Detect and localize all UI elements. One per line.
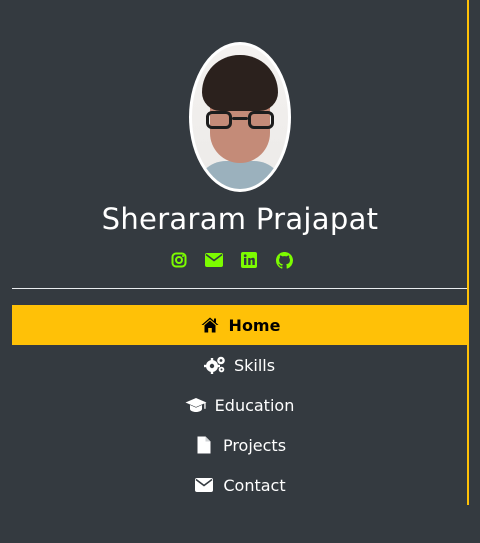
nav-item-label: Contact <box>223 475 286 495</box>
nav-item-label: Education <box>214 395 295 415</box>
sidebar: Sheraram Prajapat Home Skills Education … <box>0 0 469 505</box>
nav-item-label: Skills <box>233 355 276 375</box>
nav-item-education[interactable]: Education <box>12 385 467 425</box>
social-links <box>170 251 293 269</box>
nav-item-skills[interactable]: Skills <box>12 345 467 385</box>
avatar-photo <box>192 45 288 189</box>
gears-icon <box>203 356 226 374</box>
envelope-icon <box>193 476 215 494</box>
nav-menu: Home Skills Education Projects Contact <box>12 305 467 505</box>
nav-item-label: Home <box>228 315 281 335</box>
linkedin-icon[interactable] <box>240 251 258 269</box>
avatar <box>189 42 291 192</box>
nav-item-contact[interactable]: Contact <box>12 465 467 505</box>
home-icon <box>199 316 221 334</box>
nav-item-home[interactable]: Home <box>12 305 467 345</box>
divider <box>12 288 467 289</box>
instagram-icon[interactable] <box>170 251 188 269</box>
github-icon[interactable] <box>275 251 293 269</box>
nav-item-projects[interactable]: Projects <box>12 425 467 465</box>
graduation-cap-icon <box>185 396 207 414</box>
nav-item-label: Projects <box>222 435 287 455</box>
envelope-icon[interactable] <box>205 251 223 269</box>
file-icon <box>193 436 215 454</box>
profile-name: Sheraram Prajapat <box>101 202 379 236</box>
